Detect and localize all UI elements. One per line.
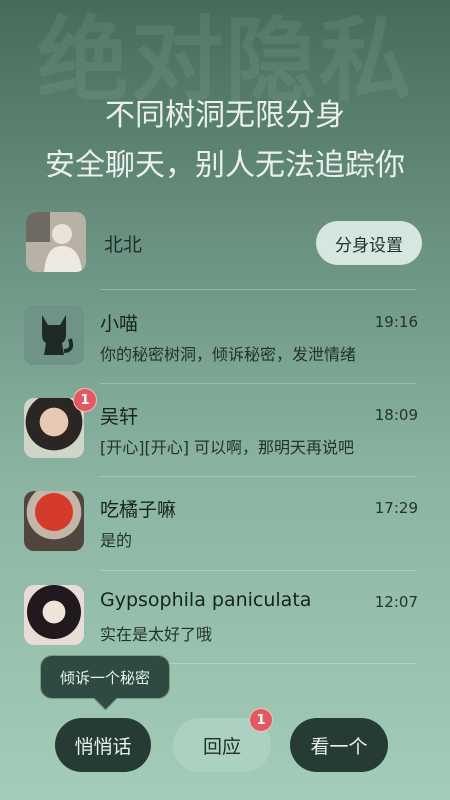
divider <box>100 570 416 571</box>
chat-item[interactable]: 小喵 19:16 你的秘密树洞，倾诉秘密，发泄情绪 <box>24 303 426 383</box>
chat-name: 吴轩 <box>100 406 139 428</box>
chat-name: 小喵 <box>100 313 139 335</box>
look-one-button[interactable]: 看一个 <box>290 718 388 772</box>
chat-preview: 实在是太好了哦 <box>100 625 213 644</box>
chat-item[interactable]: 吃橘子嘛 17:29 是的 <box>24 489 426 569</box>
divider <box>100 289 416 290</box>
chat-time: 12:07 <box>374 593 418 611</box>
chat-item[interactable]: Gypsophila paniculata 12:07 实在是太好了哦 <box>24 583 426 663</box>
chat-preview: [开心][开心] 可以啊，那明天再说吧 <box>100 438 355 457</box>
my-avatar[interactable] <box>26 212 86 272</box>
chat-time: 18:09 <box>374 406 418 424</box>
my-profile-row[interactable]: 北北 分身设置 <box>24 210 426 274</box>
chat-preview: 你的秘密树洞，倾诉秘密，发泄情绪 <box>100 345 357 364</box>
chat-avatar[interactable] <box>24 491 84 551</box>
cat-icon <box>42 315 74 355</box>
chat-avatar[interactable] <box>24 305 84 365</box>
hero-title: 不同树洞无限分身 <box>105 98 345 133</box>
chat-name: 吃橘子嘛 <box>100 499 177 521</box>
chat-item[interactable]: 1 吴轩 18:09 [开心][开心] 可以啊，那明天再说吧 <box>24 388 426 476</box>
profile-photo-icon <box>26 212 86 272</box>
divider <box>100 383 416 384</box>
clone-settings-button[interactable]: 分身设置 <box>316 221 422 265</box>
chat-preview: 是的 <box>100 531 133 550</box>
whisper-button[interactable]: 悄悄话 <box>55 718 151 772</box>
my-name: 北北 <box>104 234 143 256</box>
reply-badge: 1 <box>249 708 273 732</box>
hero-subtitle: 安全聊天，别人无法追踪你 <box>45 148 405 183</box>
unread-badge: 1 <box>73 388 97 412</box>
chat-name: Gypsophila paniculata <box>100 589 312 611</box>
divider <box>100 476 416 477</box>
chat-time: 17:29 <box>374 499 418 517</box>
confide-tooltip: 倾诉一个秘密 <box>40 655 170 699</box>
chat-avatar[interactable] <box>24 585 84 645</box>
chat-time: 19:16 <box>374 313 418 331</box>
